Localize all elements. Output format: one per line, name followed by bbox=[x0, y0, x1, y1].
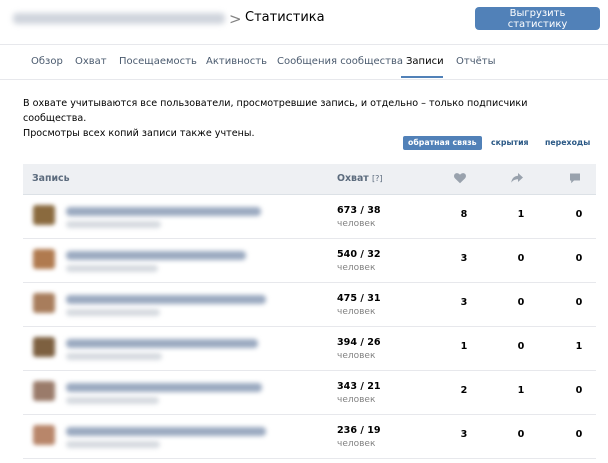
comments-count: 0 bbox=[575, 385, 583, 396]
post-thumbnail bbox=[33, 381, 55, 401]
reach-unit: человек bbox=[337, 307, 376, 317]
tab-posts[interactable]: Записи bbox=[406, 56, 444, 67]
filter-clicks[interactable]: переходы bbox=[545, 136, 590, 150]
shares-count: 0 bbox=[517, 341, 525, 352]
breadcrumb-separator: > bbox=[229, 10, 242, 28]
reach-unit: человек bbox=[337, 439, 376, 449]
post-title-blurred[interactable] bbox=[66, 207, 261, 216]
tab-overview[interactable]: Обзор bbox=[31, 56, 63, 67]
comment-icon bbox=[570, 173, 580, 184]
column-post-header: Запись bbox=[32, 173, 70, 184]
tab-attendance[interactable]: Посещаемость bbox=[119, 56, 197, 67]
tab-bar: Обзор Охват Посещаемость Активность Сооб… bbox=[0, 44, 608, 80]
active-tab-indicator bbox=[401, 76, 443, 78]
table-row[interactable]: 475 / 31 человек 3 0 0 bbox=[23, 282, 596, 327]
reach-value: 236 / 19 bbox=[337, 425, 381, 436]
post-title-blurred[interactable] bbox=[66, 251, 246, 260]
export-statistics-button[interactable]: Выгрузить статистику bbox=[475, 7, 600, 30]
reach-value: 394 / 26 bbox=[337, 337, 381, 348]
table-row[interactable]: 673 / 38 человек 8 1 0 bbox=[23, 194, 596, 239]
likes-count: 3 bbox=[460, 429, 468, 440]
post-date-blurred bbox=[66, 353, 162, 360]
reach-value: 343 / 21 bbox=[337, 381, 381, 392]
column-reach-header: Охват [?] bbox=[337, 173, 382, 184]
page-title: Статистика bbox=[245, 10, 325, 25]
reach-value: 673 / 38 bbox=[337, 205, 381, 216]
shares-count: 0 bbox=[517, 429, 525, 440]
reach-unit: человек bbox=[337, 219, 376, 229]
post-date-blurred bbox=[66, 397, 159, 404]
description-line-1: В охвате учитываются все пользователи, п… bbox=[23, 98, 528, 124]
shares-count: 1 bbox=[517, 209, 525, 220]
breadcrumb-community-link[interactable] bbox=[13, 13, 225, 24]
likes-count: 3 bbox=[460, 297, 468, 308]
table-header: Запись Охват [?] bbox=[23, 164, 596, 195]
post-date-blurred bbox=[66, 221, 161, 228]
table-row[interactable]: 236 / 19 человек 3 0 0 bbox=[23, 414, 596, 459]
filter-hides[interactable]: скрытия bbox=[491, 136, 529, 150]
tab-reach[interactable]: Охват bbox=[75, 56, 107, 67]
reach-unit: человек bbox=[337, 351, 376, 361]
post-thumbnail bbox=[33, 425, 55, 445]
share-icon bbox=[511, 173, 523, 183]
tab-community-messages[interactable]: Сообщения сообщества bbox=[277, 56, 403, 67]
likes-count: 8 bbox=[460, 209, 468, 220]
table-row[interactable]: 394 / 26 человек 1 0 1 bbox=[23, 326, 596, 371]
reach-value: 540 / 32 bbox=[337, 249, 381, 260]
likes-count: 1 bbox=[460, 341, 468, 352]
shares-count: 0 bbox=[517, 297, 525, 308]
likes-count: 2 bbox=[460, 385, 468, 396]
reach-help-link[interactable]: [?] bbox=[372, 174, 383, 183]
comments-count: 0 bbox=[575, 429, 583, 440]
comments-count: 1 bbox=[575, 341, 583, 352]
post-title-blurred[interactable] bbox=[66, 295, 266, 304]
shares-count: 0 bbox=[517, 253, 525, 264]
table-row[interactable]: 343 / 21 человек 2 1 0 bbox=[23, 370, 596, 415]
reach-unit: человек bbox=[337, 263, 376, 273]
post-thumbnail bbox=[33, 293, 55, 313]
like-icon bbox=[454, 173, 466, 184]
post-date-blurred bbox=[66, 265, 158, 272]
tab-activity[interactable]: Активность bbox=[206, 56, 267, 67]
post-title-blurred[interactable] bbox=[66, 383, 262, 392]
comments-count: 0 bbox=[575, 253, 583, 264]
reach-value: 475 / 31 bbox=[337, 293, 381, 304]
post-thumbnail bbox=[33, 249, 55, 269]
post-title-blurred[interactable] bbox=[66, 427, 266, 436]
tab-reports[interactable]: Отчёты bbox=[456, 56, 495, 67]
shares-count: 1 bbox=[517, 385, 525, 396]
reach-description: В охвате учитываются все пользователи, п… bbox=[23, 96, 593, 141]
post-thumbnail bbox=[33, 337, 55, 357]
likes-count: 3 bbox=[460, 253, 468, 264]
post-date-blurred bbox=[66, 441, 160, 448]
filter-feedback[interactable]: обратная связь bbox=[403, 136, 482, 150]
page-header: > Статистика Выгрузить статистику bbox=[0, 0, 608, 38]
reach-unit: человек bbox=[337, 395, 376, 405]
table-row[interactable]: 540 / 32 человек 3 0 0 bbox=[23, 238, 596, 283]
post-date-blurred bbox=[66, 309, 160, 316]
comments-count: 0 bbox=[575, 297, 583, 308]
post-title-blurred[interactable] bbox=[66, 339, 258, 348]
column-reach-label: Охват bbox=[337, 173, 369, 184]
post-thumbnail bbox=[33, 205, 55, 225]
comments-count: 0 bbox=[575, 209, 583, 220]
